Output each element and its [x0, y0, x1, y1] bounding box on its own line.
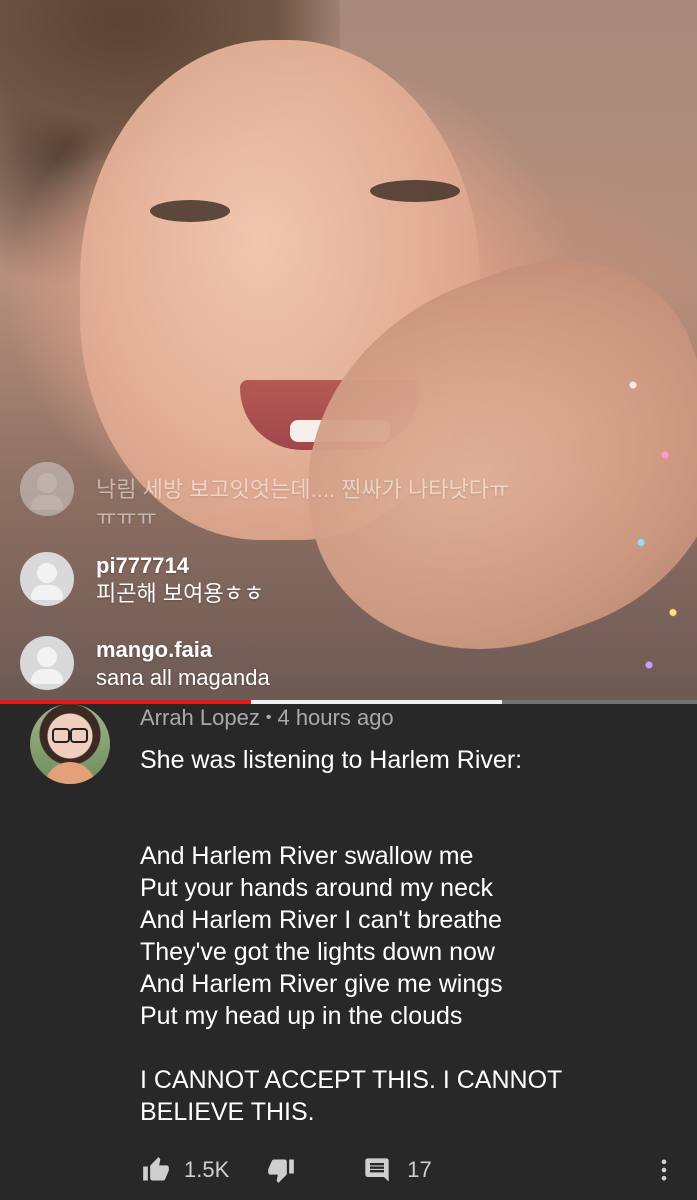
live-comment: 낙림 세방 보고잇엇는데.... 찐싸가 나타낫다ㅠ ㅠㅠㅠ [20, 462, 509, 532]
video-player[interactable]: 낙림 세방 보고잇엇는데.... 찐싸가 나타낫다ㅠ ㅠㅠㅠ pi777714 … [0, 0, 697, 700]
thumbs-down-icon[interactable] [265, 1154, 297, 1186]
live-comment-message: 낙림 세방 보고잇엇는데.... 찐싸가 나타낫다ㅠ [96, 477, 510, 502]
live-comment: mango.faia sana all maganda [20, 636, 270, 692]
live-comment: pi777714 피곤해 보여용ㅎㅎ [20, 552, 264, 608]
like-count: 1.5K [184, 1157, 230, 1182]
live-comment-message: 피곤해 보여용ㅎㅎ [96, 581, 265, 606]
avatar[interactable] [30, 704, 110, 784]
progress-buffered [250, 700, 502, 704]
avatar-glasses [52, 728, 88, 743]
progress-played [0, 700, 251, 704]
live-comment-message: sana all maganda [96, 665, 270, 690]
live-comment-username: pi777714 [96, 553, 189, 578]
live-comment-avatar [20, 636, 74, 690]
live-comment-avatar [20, 462, 74, 516]
comment-text: She was listening to Harlem River: And H… [140, 746, 563, 1126]
comment-timestamp: 4 hours ago [277, 705, 394, 730]
thumbs-up-icon[interactable] [140, 1154, 172, 1186]
live-comment-avatar [20, 552, 74, 606]
comment-actions: 1.5K 17 [140, 1150, 680, 1190]
meta-separator: • [265, 709, 272, 726]
video-progress-bar[interactable] [0, 700, 697, 704]
video-frame-eye-right [370, 180, 460, 202]
live-comment-message-cont: ㅠㅠㅠ [96, 505, 157, 530]
reply-icon[interactable] [361, 1154, 393, 1186]
comment-meta: Arrah Lopez • 4 hours ago [140, 705, 394, 731]
avatar-shirt [44, 762, 96, 784]
comment-author[interactable]: Arrah Lopez [140, 705, 260, 731]
video-frame-sparkles [617, 350, 697, 700]
live-comment-username: mango.faia [96, 637, 213, 662]
reply-count: 17 [407, 1157, 432, 1182]
more-vert-icon[interactable] [648, 1154, 680, 1186]
video-frame-eye-left [150, 200, 230, 222]
